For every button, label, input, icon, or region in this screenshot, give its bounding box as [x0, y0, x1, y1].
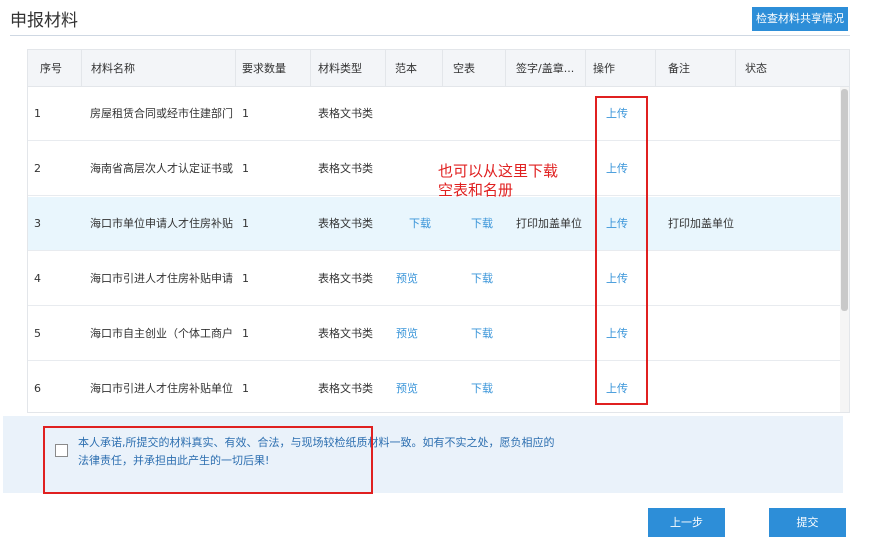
column-header-type: 材料类型 — [318, 62, 362, 75]
application-materials-page: 申报材料 检查材料共享情况 序号 材料名称 要求数量 材料类型 范本 空表 签字… — [0, 0, 879, 547]
column-header-remark: 备注 — [668, 62, 690, 75]
column-divider — [310, 50, 311, 87]
column-header-sample: 范本 — [395, 62, 417, 75]
row-material-name: 海口市引进人才住房补贴申请 — [90, 272, 233, 285]
column-header-action: 操作 — [593, 62, 615, 75]
row-material-name: 海口市引进人才住房补贴单位 — [90, 382, 233, 395]
annotation-highlight-box — [595, 96, 648, 405]
table-header: 序号 材料名称 要求数量 材料类型 范本 空表 签字/盖章... 操作 备注 状… — [28, 50, 849, 87]
blank-form-download-link[interactable]: 下载 — [471, 362, 493, 412]
sample-preview-link[interactable]: 预览 — [396, 307, 418, 361]
blank-form-download-link[interactable]: 下载 — [471, 307, 493, 361]
row-material-name: 海口市自主创业（个体工商户 — [90, 327, 233, 340]
title-divider — [10, 35, 850, 36]
table-row: 3 海口市单位申请人才住房补贴 1 表格文书类 下载 下载 打印加盖单位 上传 … — [28, 197, 840, 251]
column-header-blank: 空表 — [453, 62, 475, 75]
column-divider — [442, 50, 443, 87]
row-no: 4 — [34, 272, 41, 285]
annotation-text: 也可以从这里下载 空表和名册 — [438, 162, 558, 200]
row-sign-stamp: 打印加盖单位 — [516, 217, 582, 230]
row-no: 1 — [34, 107, 41, 120]
row-qty: 1 — [242, 162, 249, 175]
table-row: 5 海口市自主创业（个体工商户 1 表格文书类 预览 下载 上传 — [28, 307, 840, 361]
row-no: 5 — [34, 327, 41, 340]
column-divider — [655, 50, 656, 87]
column-header-no: 序号 — [40, 62, 62, 75]
column-divider — [235, 50, 236, 87]
row-material-name: 海南省高层次人才认定证书或 — [90, 162, 233, 175]
table-scrollbar-thumb[interactable] — [841, 89, 848, 311]
column-header-qty: 要求数量 — [242, 62, 286, 75]
column-header-status: 状态 — [745, 62, 767, 75]
row-material-name: 海口市单位申请人才住房补贴 — [90, 217, 233, 230]
column-divider — [505, 50, 506, 87]
row-type: 表格文书类 — [318, 327, 373, 340]
annotation-highlight-box — [43, 426, 373, 494]
row-no: 2 — [34, 162, 41, 175]
column-divider — [385, 50, 386, 87]
annotation-line: 也可以从这里下载 — [438, 162, 559, 180]
submit-button[interactable]: 提交 — [769, 508, 846, 537]
sample-preview-link[interactable]: 预览 — [396, 252, 418, 306]
column-header-name: 材料名称 — [91, 62, 135, 75]
table-row: 2 海南省高层次人才认定证书或 1 表格文书类 上传 — [28, 142, 840, 196]
blank-form-download-link[interactable]: 下载 — [471, 252, 493, 306]
column-header-sign: 签字/盖章... — [516, 62, 575, 75]
row-remark: 打印加盖单位 — [668, 217, 734, 230]
previous-step-button[interactable]: 上一步 — [648, 508, 725, 537]
materials-table: 序号 材料名称 要求数量 材料类型 范本 空表 签字/盖章... 操作 备注 状… — [27, 49, 850, 413]
sample-preview-link[interactable]: 预览 — [396, 362, 418, 412]
row-no: 3 — [34, 217, 41, 230]
table-row: 4 海口市引进人才住房补贴申请 1 表格文书类 预览 下载 上传 — [28, 252, 840, 306]
row-qty: 1 — [242, 327, 249, 340]
column-divider — [81, 50, 82, 87]
page-title: 申报材料 — [10, 11, 78, 31]
row-qty: 1 — [242, 217, 249, 230]
row-type: 表格文书类 — [318, 382, 373, 395]
row-type: 表格文书类 — [318, 217, 373, 230]
annotation-line: 空表和名册 — [438, 181, 514, 199]
table-row: 1 房屋租赁合同或经市住建部门 1 表格文书类 上传 — [28, 87, 840, 141]
row-qty: 1 — [242, 272, 249, 285]
table-row: 6 海口市引进人才住房补贴单位 1 表格文书类 预览 下载 上传 — [28, 362, 840, 412]
row-qty: 1 — [242, 107, 249, 120]
column-divider — [585, 50, 586, 87]
column-divider — [735, 50, 736, 87]
sample-download-link[interactable]: 下载 — [409, 197, 431, 251]
row-qty: 1 — [242, 382, 249, 395]
row-no: 6 — [34, 382, 41, 395]
row-type: 表格文书类 — [318, 162, 373, 175]
blank-form-download-link[interactable]: 下载 — [471, 197, 493, 251]
row-type: 表格文书类 — [318, 107, 373, 120]
row-material-name: 房屋租赁合同或经市住建部门 — [90, 107, 233, 120]
row-type: 表格文书类 — [318, 272, 373, 285]
check-share-button[interactable]: 检查材料共享情况 — [752, 7, 848, 31]
